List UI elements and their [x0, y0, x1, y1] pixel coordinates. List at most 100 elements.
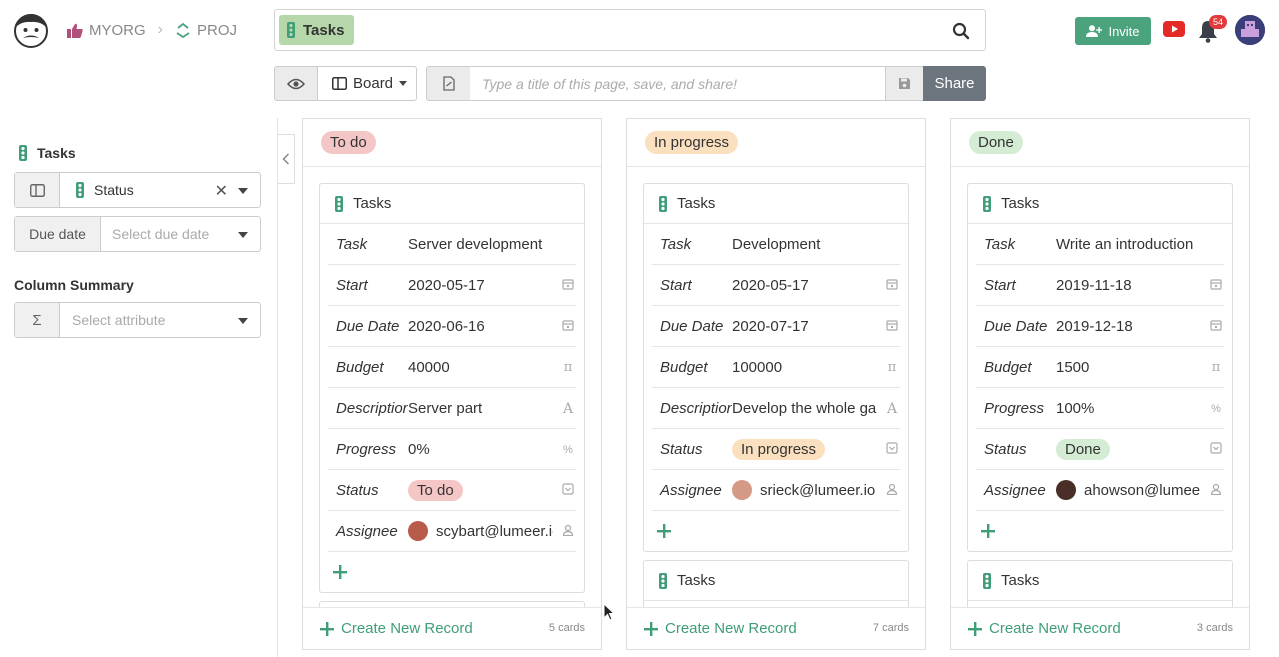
- breadcrumb-project[interactable]: PROJ: [175, 22, 237, 39]
- card-field[interactable]: Description Server part A: [328, 388, 576, 429]
- group-by-select[interactable]: Status ✕: [14, 172, 261, 208]
- record-card[interactable]: Tasks Task Development Start 2020-05-17 …: [643, 183, 909, 552]
- chevron-down-icon[interactable]: [238, 318, 248, 324]
- field-value[interactable]: 2020-05-17: [408, 277, 553, 294]
- column-title-pill[interactable]: Done: [969, 131, 1023, 154]
- field-value[interactable]: scybart@lumeer.io: [408, 521, 553, 541]
- field-label: Task: [660, 235, 692, 253]
- add-attribute-button[interactable]: [644, 511, 908, 551]
- record-card[interactable]: Tasks Task Server development Start 2020…: [319, 183, 585, 593]
- card-field[interactable]: Status To do: [328, 470, 576, 511]
- user-avatar[interactable]: [1235, 15, 1265, 45]
- create-record-button[interactable]: Create New Record: [644, 620, 797, 637]
- card-field[interactable]: Progress 0%%: [328, 429, 576, 470]
- column-title-pill[interactable]: To do: [321, 131, 376, 154]
- youtube-icon[interactable]: [1163, 21, 1185, 37]
- clear-icon[interactable]: ✕: [215, 181, 228, 201]
- due-date-select[interactable]: Due date Select due date: [14, 216, 261, 252]
- card-field[interactable]: Budget 40000 π: [328, 347, 576, 388]
- column-summary-value[interactable]: Select attribute: [60, 303, 260, 337]
- record-card[interactable]: Tasks: [967, 560, 1233, 607]
- field-value[interactable]: Server part: [408, 400, 553, 417]
- add-attribute-button[interactable]: [968, 511, 1232, 551]
- field-value[interactable]: 2019-12-18: [1056, 318, 1201, 335]
- create-record-button[interactable]: Create New Record: [968, 620, 1121, 637]
- create-record-button[interactable]: Create New Record: [320, 620, 473, 637]
- visibility-toggle[interactable]: [274, 66, 318, 101]
- field-value[interactable]: To do: [408, 479, 553, 501]
- column-body: Tasks Task Server development Start 2020…: [303, 167, 601, 607]
- recycle-icon: [176, 22, 190, 38]
- card-field[interactable]: Due Date 2020-06-16: [328, 306, 576, 347]
- add-attribute-button[interactable]: [320, 552, 584, 592]
- card-field[interactable]: Task Server development: [328, 224, 576, 265]
- card-field[interactable]: Assignee scybart@lumeer.io: [328, 511, 576, 552]
- chevron-down-icon[interactable]: [238, 232, 248, 238]
- field-value[interactable]: Write an introduction: [1056, 236, 1201, 253]
- field-value[interactable]: 100000: [732, 359, 877, 376]
- card-field[interactable]: Start 2020-05-17: [328, 265, 576, 306]
- field-value[interactable]: In progress: [732, 438, 877, 460]
- card-field[interactable]: Task Development: [652, 224, 900, 265]
- save-button[interactable]: [885, 66, 924, 101]
- field-value[interactable]: Server development: [408, 236, 553, 253]
- card-field[interactable]: Due Date 2019-12-18: [976, 306, 1224, 347]
- card-field[interactable]: Task Write an introduction: [976, 224, 1224, 265]
- field-value[interactable]: 2020-06-16: [408, 318, 553, 335]
- field-value[interactable]: 40000: [408, 359, 553, 376]
- field-value[interactable]: 2020-07-17: [732, 318, 877, 335]
- field-value[interactable]: Done: [1056, 438, 1201, 460]
- record-card[interactable]: Tasks: [643, 560, 909, 607]
- page-title-input[interactable]: [470, 66, 886, 101]
- card-field[interactable]: Start 2019-11-18: [976, 265, 1224, 306]
- card-header: Tasks: [968, 561, 1232, 601]
- search-chip-tasks[interactable]: Tasks: [279, 15, 355, 45]
- field-value[interactable]: 2019-11-18: [1056, 277, 1201, 294]
- thumbs-up-icon: [67, 23, 83, 38]
- card-field[interactable]: Due Date 2020-07-17: [652, 306, 900, 347]
- search-box[interactable]: Tasks: [274, 9, 986, 51]
- chevron-down-icon[interactable]: [238, 188, 248, 194]
- field-value[interactable]: Develop the whole game: [732, 400, 877, 417]
- sidebar-divider: [277, 118, 278, 657]
- text-icon: A: [886, 401, 898, 417]
- record-card[interactable]: Tasks Task Write an introduction Start 2…: [967, 183, 1233, 552]
- card-field[interactable]: Budget 1500 π: [976, 347, 1224, 388]
- card-field[interactable]: Budget 100000 π: [652, 347, 900, 388]
- field-label: Description: [660, 399, 732, 417]
- percent-icon: %: [1211, 403, 1221, 415]
- field-label: Assignee: [336, 522, 398, 540]
- card-count: 3 cards: [1196, 622, 1233, 634]
- chevron-down-icon: [399, 81, 408, 86]
- column-title-pill[interactable]: In progress: [645, 131, 739, 154]
- field-value[interactable]: 0%: [408, 441, 553, 458]
- card-field[interactable]: Status Done: [976, 429, 1224, 470]
- card-field[interactable]: Assignee ahowson@lumeer.io: [976, 470, 1224, 511]
- column-summary-select[interactable]: Σ Select attribute: [14, 302, 261, 338]
- card-field[interactable]: Progress 100%%: [976, 388, 1224, 429]
- card-field[interactable]: Assignee srieck@lumeer.io: [652, 470, 900, 511]
- card-field[interactable]: Start 2020-05-17: [652, 265, 900, 306]
- card-field[interactable]: Status In progress: [652, 429, 900, 470]
- calendar-icon: [562, 319, 574, 333]
- invite-button[interactable]: Invite: [1075, 17, 1151, 45]
- group-by-value[interactable]: Status ✕: [60, 173, 260, 207]
- search-icon[interactable]: [952, 22, 970, 40]
- app-logo[interactable]: [12, 11, 50, 49]
- share-button[interactable]: Share: [923, 66, 986, 101]
- due-date-value[interactable]: Select due date: [101, 217, 260, 251]
- columns-toggle[interactable]: [15, 173, 60, 207]
- field-label: Task: [984, 235, 1016, 253]
- document-button[interactable]: [426, 66, 471, 101]
- view-type-dropdown[interactable]: Board: [317, 66, 417, 101]
- card-field[interactable]: Description Develop the whole game A: [652, 388, 900, 429]
- field-value[interactable]: 100%: [1056, 400, 1201, 417]
- field-value[interactable]: 2020-05-17: [732, 277, 877, 294]
- field-value[interactable]: 1500: [1056, 359, 1201, 376]
- breadcrumb-org[interactable]: MYORG: [67, 22, 146, 39]
- collapse-sidebar-button[interactable]: [278, 134, 295, 184]
- field-value[interactable]: Development: [732, 236, 877, 253]
- column-header: To do: [303, 119, 601, 167]
- field-value[interactable]: ahowson@lumeer.io: [1056, 480, 1201, 500]
- field-value[interactable]: srieck@lumeer.io: [732, 480, 877, 500]
